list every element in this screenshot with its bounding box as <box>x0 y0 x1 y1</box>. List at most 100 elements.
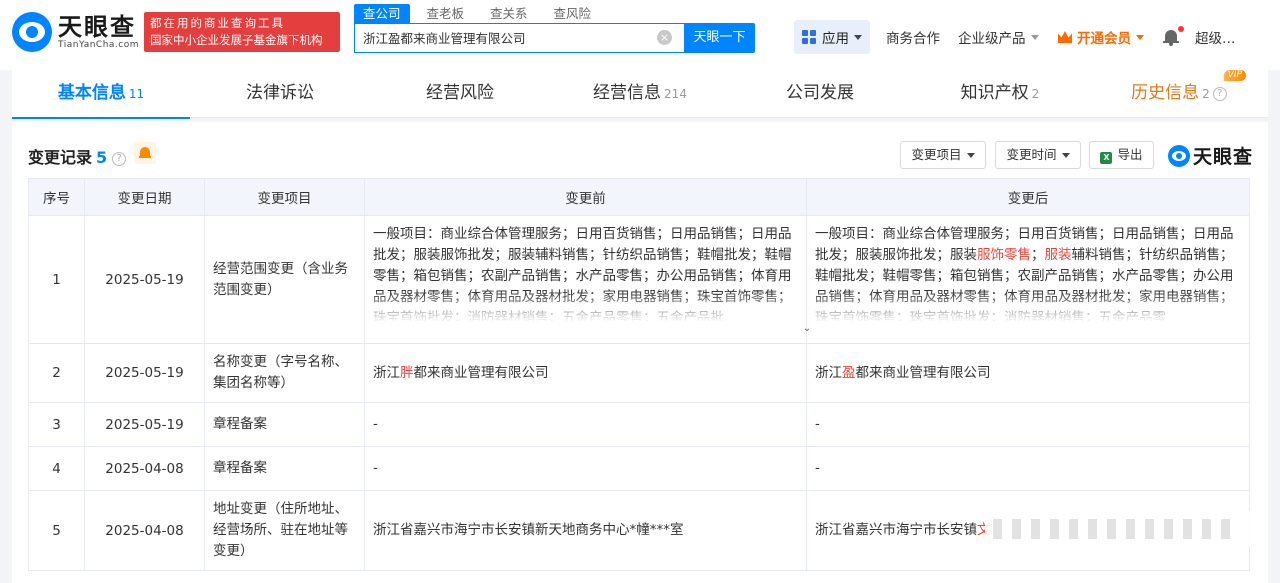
search-input[interactable] <box>355 24 645 50</box>
cell-item: 章程备案 <box>204 446 365 491</box>
tab-label: 基本信息 <box>57 83 126 103</box>
vip-badge: VIP <box>1223 70 1246 81</box>
clear-icon[interactable]: × <box>657 30 672 45</box>
filter-change-time-button[interactable]: 变更时间 <box>995 141 1081 169</box>
table-row: 4 2025-04-08 章程备案 - - <box>28 446 1250 491</box>
search-button[interactable]: 天眼一下 <box>684 23 755 53</box>
nav-biz-coop[interactable]: 商务合作 <box>886 22 940 52</box>
crown-icon <box>1058 31 1072 43</box>
export-button[interactable]: X 导出 <box>1089 141 1154 169</box>
brand-watermark: 天眼查 <box>1168 142 1253 169</box>
col-header-after: 变更后 <box>806 178 1250 216</box>
help-icon[interactable]: ? <box>1212 87 1227 101</box>
tab-count: 2 <box>1031 87 1040 101</box>
user-menu[interactable]: 超级… <box>1195 22 1236 52</box>
diff-highlight: 胖 <box>400 364 414 381</box>
search-mode-tabs: 查公司 查老板 查关系 查风险 <box>354 4 608 24</box>
tab-history[interactable]: VIP 历史信息 2? <box>1090 70 1268 118</box>
tab-label: 法律诉讼 <box>246 83 314 103</box>
cell-before: 一般项目：商业综合体管理服务；日用百货销售；日用品销售；日用品批发；服装服饰批发… <box>364 215 807 344</box>
tab-label: 经营风险 <box>426 83 494 103</box>
section-title: 变更记录 5? <box>28 144 127 168</box>
expand-chevron-icon[interactable]: ⌄ <box>801 324 813 336</box>
cell-no: 5 <box>28 490 85 571</box>
nav-vip-label: 开通会员 <box>1077 31 1131 47</box>
tab-operation-info[interactable]: 经营信息 214 <box>550 70 730 118</box>
notification-dot <box>1178 26 1184 32</box>
cell-date: 2025-05-19 <box>84 402 205 447</box>
bell-icon[interactable] <box>1163 28 1179 46</box>
before-text: 浙江 <box>373 364 400 381</box>
col-header-item: 变更项目 <box>204 178 365 216</box>
tab-legal[interactable]: 法律诉讼 <box>190 70 370 118</box>
col-header-before: 变更前 <box>364 178 807 216</box>
col-header-date: 变更日期 <box>84 178 205 216</box>
tab-operation-risk[interactable]: 经营风险 <box>370 70 550 118</box>
tab-count: 2 <box>1202 87 1210 101</box>
nav-enterprise-label: 企业级产品 <box>958 31 1026 47</box>
filter-change-item-button[interactable]: 变更项目 <box>900 141 986 169</box>
search-box: × <box>354 23 684 53</box>
before-text: 都来商业管理有限公司 <box>413 364 549 381</box>
chevron-down-icon <box>854 34 862 40</box>
eye-logo-icon <box>1168 144 1190 167</box>
cell-date: 2025-04-08 <box>84 446 205 491</box>
tab-company-development[interactable]: 公司发展 <box>730 70 910 118</box>
nav-enterprise-products[interactable]: 企业级产品 <box>958 22 1039 52</box>
logo-domain: TianYanCha.com <box>58 39 140 50</box>
apps-menu-button[interactable]: 应用 <box>794 20 870 54</box>
cell-date: 2025-05-19 <box>84 343 205 403</box>
cell-no: 1 <box>28 215 85 344</box>
search-tab-company[interactable]: 查公司 <box>354 4 410 24</box>
top-header: 天眼查 TianYanCha.com 都在用的商业查询工具 国家中小企业发展子基… <box>0 0 1280 70</box>
subscribe-bell-icon[interactable] <box>134 142 156 164</box>
cell-date: 2025-05-19 <box>84 215 205 344</box>
cell-no: 3 <box>28 402 85 447</box>
tab-basic-info[interactable]: 基本信息 11 <box>12 70 190 119</box>
search-tab-risk[interactable]: 查风险 <box>545 4 601 24</box>
tab-ip[interactable]: 知识产权 2 <box>910 70 1090 118</box>
diff-highlight: 服装 <box>1044 247 1072 263</box>
cell-no: 2 <box>28 343 85 403</box>
chevron-down-icon <box>1030 34 1039 40</box>
tab-count: 11 <box>128 87 145 101</box>
logo[interactable]: 天眼查 TianYanCha.com <box>12 12 139 52</box>
diff-highlight: 服饰零售 <box>977 247 1031 263</box>
cell-before: - <box>364 446 807 491</box>
nav-vip[interactable]: 开通会员 <box>1058 22 1144 52</box>
grid-icon <box>802 30 816 44</box>
col-header-no: 序号 <box>28 178 85 216</box>
table-row: 1 2025-05-19 经营范围变更（含业务范围变更） 一般项目：商业综合体管… <box>28 215 1250 344</box>
before-text-collapsed: 一般项目：商业综合体管理服务；日用百货销售；日用品销售；日用品批发；服装服饰批发… <box>373 216 798 321</box>
cell-after: - <box>806 446 1250 491</box>
tab-label: 知识产权 <box>960 83 1029 103</box>
search-tab-relation[interactable]: 查关系 <box>481 4 537 24</box>
help-icon[interactable]: ? <box>112 152 127 166</box>
chevron-down-icon <box>1061 153 1070 158</box>
cell-date: 2025-04-08 <box>84 490 205 571</box>
chevron-down-icon <box>966 153 975 158</box>
filter-change-item-label: 变更项目 <box>911 147 962 162</box>
search-tab-boss[interactable]: 查老板 <box>418 4 474 24</box>
table-row: 3 2025-05-19 章程备案 - - <box>28 402 1250 447</box>
after-text: 浙江省嘉兴市海宁市长安镇 <box>815 522 977 538</box>
detail-tabs: 基本信息 11 法律诉讼 经营风险 经营信息 214 公司发展 知识产权 2 VIP … <box>12 70 1268 119</box>
after-text: 都来商业管理有限公司 <box>855 364 991 381</box>
table-header-row: 序号 变更日期 变更项目 变更前 变更后 <box>28 178 1250 216</box>
cell-after: 浙江盈都来商业管理有限公司 <box>806 343 1250 403</box>
tab-label: 历史信息 <box>1131 83 1200 103</box>
cell-before: 浙江省嘉兴市海宁市长安镇新天地商务中心*幢***室 <box>364 490 807 571</box>
cell-no: 4 <box>28 446 85 491</box>
logo-text: 天眼查 <box>58 12 136 41</box>
excel-icon: X <box>1100 152 1113 164</box>
cell-after: 一般项目：商业综合体管理服务；日用百货销售；日用品销售；日用品批发；服装服饰批发… <box>806 215 1250 344</box>
filter-change-time-label: 变更时间 <box>1006 147 1057 162</box>
record-count: 5 <box>96 148 108 167</box>
tab-count: 214 <box>664 87 687 101</box>
slogan-line-2: 国家中小企业发展子基金旗下机构 <box>150 33 323 47</box>
brand-text: 天眼查 <box>1193 146 1254 168</box>
cell-after: - <box>806 402 1250 447</box>
eye-logo-icon <box>12 12 52 52</box>
cell-before: - <box>364 402 807 447</box>
after-text: ； <box>1031 247 1045 263</box>
